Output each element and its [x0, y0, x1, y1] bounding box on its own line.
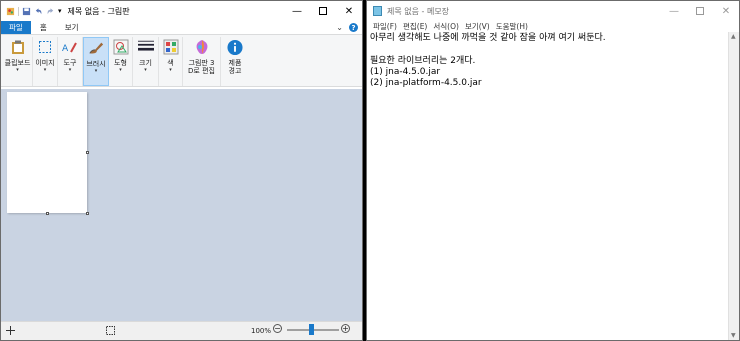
notepad-text-area[interactable]: 아무리 생각해도 나중에 까먹을 것 같아 잠을 아껴 여기 써둔다. 필요한 … — [367, 32, 728, 340]
text-line: 아무리 생각해도 나중에 까먹을 것 같아 잠을 아껴 여기 써둔다. — [370, 33, 606, 43]
zoom-in-button[interactable]: + — [341, 324, 350, 333]
vertical-scrollbar[interactable]: ▲ ▼ — [728, 32, 739, 340]
menu-view[interactable]: 보기(V) — [462, 21, 493, 32]
notepad-window: 제목 없음 - 메모장 — ✕ 파일(F) 편집(E) 서식(O) 보기(V) … — [366, 0, 740, 341]
minimize-button[interactable]: — — [284, 1, 310, 21]
maximize-icon — [696, 7, 704, 15]
ribbon-tabs: 파일 홈 보기 ⌄ ? — [1, 21, 362, 34]
tab-view[interactable]: 보기 — [56, 21, 88, 34]
notepad-menu-bar: 파일(F) 편집(E) 서식(O) 보기(V) 도움말(H) — [367, 21, 739, 32]
notepad-title: 제목 없음 - 메모장 — [387, 6, 450, 16]
paint3d-icon — [196, 40, 207, 54]
tab-file[interactable]: 파일 — [1, 21, 31, 34]
close-icon: ✕ — [721, 5, 731, 17]
product-label-line1: 제품 — [228, 59, 242, 67]
resize-handle-corner[interactable] — [86, 212, 89, 215]
menu-help[interactable]: 도움말(H) — [493, 21, 531, 32]
notepad-close-button[interactable]: ✕ — [713, 1, 739, 21]
notepad-minimize-button[interactable]: — — [661, 1, 687, 21]
menu-format[interactable]: 서식(O) — [430, 21, 462, 32]
shapes-icon — [113, 39, 128, 55]
paint-title-bar: ▾ 제목 없음 - 그림판 — ✕ — [1, 1, 362, 21]
minimize-icon: — — [669, 5, 679, 17]
image-button[interactable]: 이미지 ▾ — [33, 37, 58, 86]
resize-handle-bottom[interactable] — [46, 212, 49, 215]
drawing-canvas[interactable] — [7, 92, 87, 213]
notepad-maximize-button[interactable] — [687, 1, 713, 21]
tab-home[interactable]: 홈 — [31, 21, 56, 34]
brushes-button[interactable]: 브러시 ▾ — [83, 37, 109, 86]
notepad-app-icon — [373, 6, 382, 16]
cursor-position-icon — [6, 326, 15, 335]
size-button[interactable]: 크기 ▾ — [133, 37, 159, 86]
status-bar: 100% − + — [1, 321, 362, 340]
paint3d-label-line2: D로 편집 — [188, 67, 215, 75]
line-size-icon — [137, 40, 154, 51]
text-line: (1) jna-4.5.0.jar — [370, 66, 441, 77]
selection-size-icon — [106, 326, 115, 335]
shapes-button[interactable]: 도형 ▾ — [109, 37, 133, 86]
product-label-line2: 경고 — [228, 67, 242, 75]
color-palette-icon — [163, 39, 178, 55]
close-button[interactable]: ✕ — [336, 1, 362, 21]
notepad-title-bar: 제목 없음 - 메모장 — ✕ — [367, 1, 739, 21]
zoom-slider-thumb[interactable] — [309, 324, 314, 335]
scroll-down-icon[interactable]: ▼ — [731, 332, 736, 339]
help-icon[interactable]: ? — [349, 23, 358, 32]
collapse-ribbon-icon[interactable]: ⌄ — [336, 23, 343, 32]
info-icon — [227, 39, 243, 55]
brush-icon — [89, 42, 104, 54]
customize-qat-icon[interactable]: ▾ — [58, 7, 62, 15]
maximize-button[interactable] — [310, 1, 336, 21]
redo-icon[interactable] — [46, 7, 55, 16]
dropdown-arrow-icon: ▾ — [94, 68, 98, 74]
clipboard-button[interactable]: 클립보드 ▾ — [3, 37, 33, 86]
canvas-area[interactable] — [1, 89, 362, 321]
save-icon[interactable] — [22, 7, 31, 16]
dropdown-arrow-icon: ▾ — [144, 67, 147, 73]
dropdown-arrow-icon: ▾ — [68, 67, 72, 73]
dropdown-arrow-icon: ▾ — [169, 67, 172, 73]
colors-button[interactable]: 색 ▾ — [159, 37, 183, 86]
text-line: 필요한 라이브러리는 2개다. — [370, 55, 476, 66]
product-alert-button[interactable]: 제품 경고 — [221, 37, 249, 86]
close-icon: ✕ — [344, 5, 354, 17]
paint-window: ▾ 제목 없음 - 그림판 — ✕ 파일 홈 보기 ⌄ ? 클립보드 ▾ 이미지… — [0, 0, 363, 341]
zoom-out-button[interactable]: − — [273, 324, 282, 333]
paint-app-icon — [6, 7, 15, 15]
maximize-icon — [319, 7, 327, 15]
ribbon: 클립보드 ▾ 이미지 ▾ A 도구 ▾ 브러시 ▾ 도형 ▾ 크기 ▾ 색 ▾ … — [1, 34, 362, 87]
dropdown-arrow-icon: ▾ — [119, 67, 122, 73]
scroll-up-icon[interactable]: ▲ — [731, 33, 736, 40]
svg-text:A: A — [62, 44, 69, 54]
edit-with-paint3d-button[interactable]: 그림판 3 D로 편집 — [183, 37, 221, 86]
dropdown-arrow-icon: ▾ — [16, 67, 19, 73]
text-line — [370, 44, 725, 55]
paint-title: 제목 없음 - 그림판 — [67, 6, 130, 16]
menu-file[interactable]: 파일(F) — [370, 21, 400, 32]
undo-icon[interactable] — [34, 7, 43, 16]
tools-icon: A — [62, 42, 77, 54]
menu-edit[interactable]: 편집(E) — [400, 21, 430, 32]
select-icon — [39, 41, 51, 53]
minimize-icon: — — [292, 5, 302, 17]
dropdown-arrow-icon: ▾ — [43, 67, 47, 73]
zoom-level: 100% — [251, 327, 272, 335]
quick-access-toolbar: ▾ — [1, 6, 62, 16]
text-line: (2) jna-platform-4.5.0.jar — [370, 78, 482, 89]
tools-button[interactable]: A 도구 ▾ — [58, 37, 83, 86]
resize-handle-right[interactable] — [86, 151, 89, 154]
paint3d-label-line1: 그림판 3 — [188, 59, 215, 67]
clipboard-icon — [11, 40, 24, 54]
